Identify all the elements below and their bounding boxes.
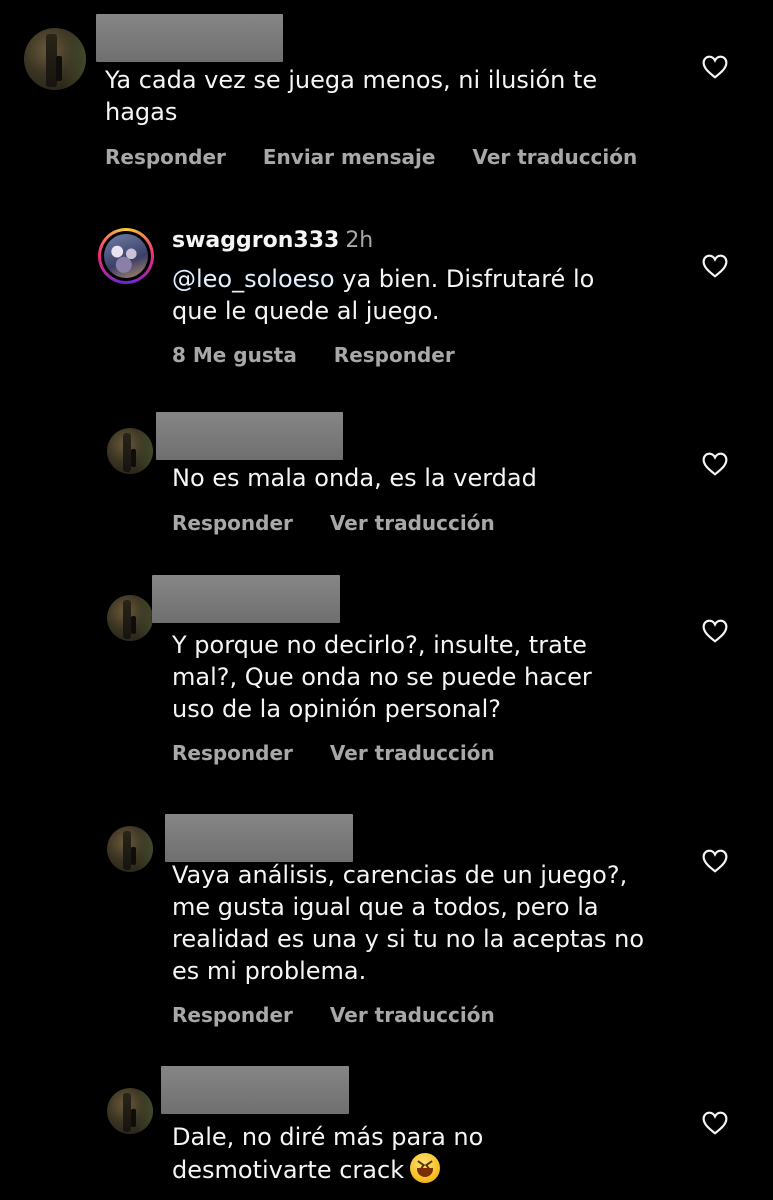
send-message-button[interactable]: Enviar mensaje: [263, 145, 436, 169]
avatar[interactable]: [24, 28, 86, 90]
comment-text: @leo_soloeso ya bien. Disfrutaré lo que …: [172, 265, 595, 325]
avatar[interactable]: [107, 428, 153, 474]
redacted-username: [161, 1066, 349, 1114]
redacted-username: [96, 14, 283, 62]
see-translation-button[interactable]: Ver traducción: [330, 741, 495, 765]
mention-link[interactable]: @leo_soloeso: [172, 265, 335, 293]
comment-text: Vaya análisis, carencias de un juego?, m…: [172, 861, 645, 985]
see-translation-button[interactable]: Ver traducción: [330, 511, 495, 535]
reply-button[interactable]: Responder: [334, 343, 455, 367]
avatar-story-ring[interactable]: [98, 228, 154, 284]
avatar[interactable]: [107, 595, 153, 641]
reply-button[interactable]: Responder: [172, 1003, 293, 1027]
comment-text: Y porque no decirlo?, insulte, trate mal…: [172, 631, 592, 723]
avatar[interactable]: [107, 1088, 153, 1134]
redacted-username: [165, 814, 353, 862]
heart-outline-icon[interactable]: [702, 254, 728, 278]
heart-outline-icon[interactable]: [702, 849, 728, 873]
heart-outline-icon[interactable]: [702, 1111, 728, 1135]
comment-text: Dale, no diré más para no desmotivarte c…: [172, 1123, 484, 1184]
comment-text: Ya cada vez se juega menos, ni ilusión t…: [105, 66, 598, 126]
redacted-username: [156, 412, 343, 460]
comment-actions: Responder Ver traducción: [172, 741, 525, 765]
username-row: swaggron333 2h: [172, 228, 373, 253]
comment-actions: Responder Ver traducción: [172, 1003, 525, 1027]
reply-button[interactable]: Responder: [105, 145, 226, 169]
comment-actions: 8 Me gusta Responder: [172, 343, 485, 367]
username[interactable]: swaggron333: [172, 228, 339, 253]
avatar[interactable]: [107, 826, 153, 872]
comment-actions: Responder Ver traducción: [172, 511, 525, 535]
reply-button[interactable]: Responder: [172, 511, 293, 535]
see-translation-button[interactable]: Ver traducción: [330, 1003, 495, 1027]
reply-button[interactable]: Responder: [172, 741, 293, 765]
comment-actions: Responder Enviar mensaje Ver traducción: [105, 145, 667, 169]
comment-text: No es mala onda, es la verdad: [172, 464, 537, 492]
grinning-squinting-face-icon: [410, 1153, 441, 1183]
redacted-username: [152, 575, 340, 623]
timestamp: 2h: [345, 228, 374, 253]
heart-outline-icon[interactable]: [702, 619, 728, 643]
heart-outline-icon[interactable]: [702, 452, 728, 476]
likes-count[interactable]: 8 Me gusta: [172, 343, 297, 367]
see-translation-button[interactable]: Ver traducción: [472, 145, 637, 169]
heart-outline-icon[interactable]: [702, 55, 728, 79]
